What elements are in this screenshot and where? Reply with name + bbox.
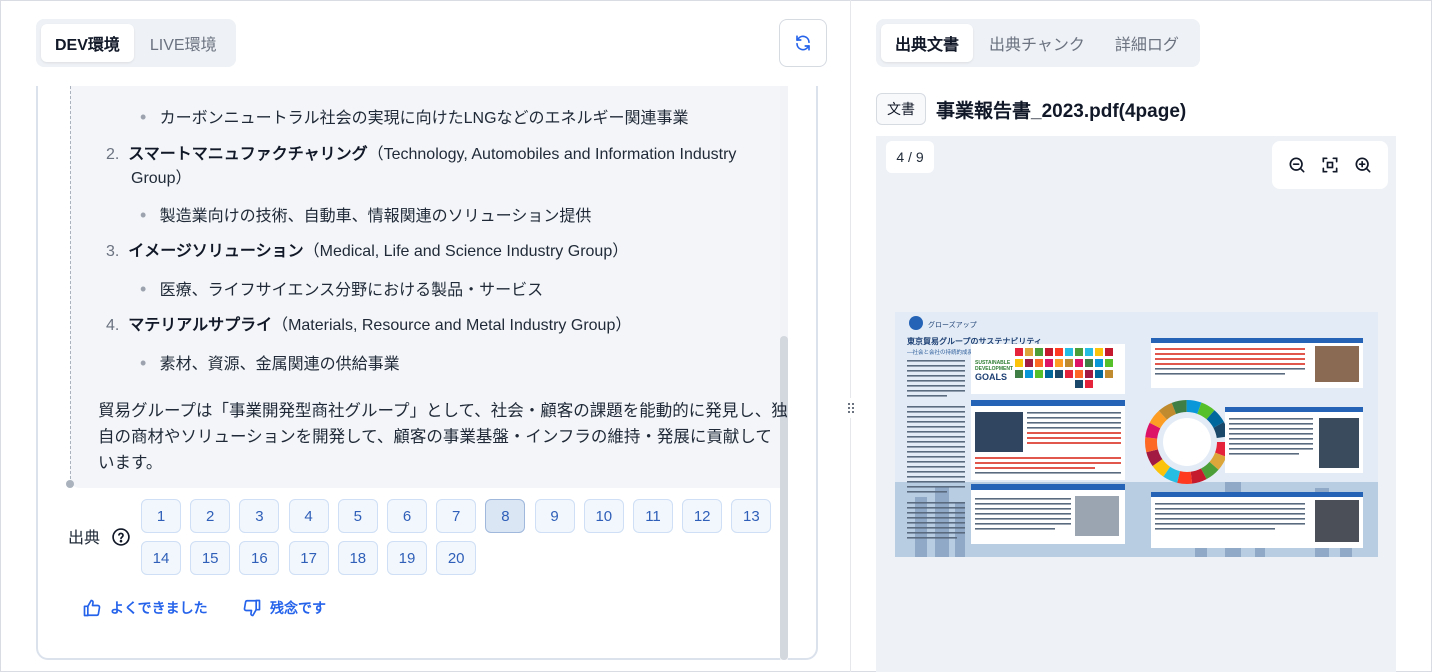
timeline-line bbox=[70, 86, 71, 484]
pdf-page-image: グローズアップ 東京貿易グループのサステナビリティ ―社会と会社の持続的成長へ―… bbox=[895, 312, 1378, 557]
tab-dev-env[interactable]: DEV環境 bbox=[41, 24, 134, 62]
source-button-1[interactable]: 1 bbox=[141, 499, 181, 533]
environment-tabs: DEV環境 LIVE環境 bbox=[36, 19, 236, 67]
source-button-3[interactable]: 3 bbox=[239, 499, 280, 533]
summary-line: います。 bbox=[98, 454, 163, 472]
source-button-5[interactable]: 5 bbox=[337, 499, 378, 533]
refresh-button[interactable] bbox=[779, 19, 827, 67]
scrollbar-thumb[interactable] bbox=[780, 336, 788, 660]
summary-line: 自の商材やソリューションを開発して、顧客の事業基盤・インフラの維持・発展に貢献し… bbox=[98, 428, 772, 446]
document-badge: 文書 bbox=[876, 93, 926, 125]
bullet-icon: • bbox=[140, 353, 147, 373]
sources-label: 出典 bbox=[68, 530, 101, 547]
source-button-15[interactable]: 15 bbox=[190, 541, 231, 575]
list-item: • カーボンニュートラル社会の実現に向けたLNGなどのエネルギー関連事業 bbox=[140, 105, 689, 131]
refresh-icon bbox=[796, 35, 810, 51]
source-button-18[interactable]: 18 bbox=[337, 541, 378, 575]
sdgs-line3: GOALS bbox=[975, 372, 1007, 382]
list-item: 4. マテリアルサプライ（Materials, Resource and Met… bbox=[106, 314, 631, 338]
list-item: 3. イメージソリューション（Medical, Life and Science… bbox=[106, 240, 628, 264]
source-panel-tabs: 出典文書 出典チャンク 詳細ログ bbox=[876, 19, 1200, 67]
source-button-13[interactable]: 13 bbox=[731, 499, 772, 533]
thumbs-up-icon bbox=[83, 599, 101, 617]
help-icon[interactable] bbox=[111, 527, 131, 547]
bullet-text: 素材、資源、金属関連の供給事業 bbox=[159, 356, 400, 373]
fit-screen-icon bbox=[1322, 157, 1338, 173]
source-button-10[interactable]: 10 bbox=[583, 499, 624, 533]
tab-source-chunk[interactable]: 出典チャンク bbox=[975, 24, 1099, 62]
timeline-dot bbox=[66, 480, 74, 488]
list-number: 2. bbox=[106, 146, 120, 163]
list-item: • 素材、資源、金属関連の供給事業 bbox=[140, 351, 400, 377]
source-button-9[interactable]: 9 bbox=[534, 499, 575, 533]
fit-page-button[interactable] bbox=[1318, 153, 1342, 177]
source-button-6[interactable]: 6 bbox=[387, 499, 427, 533]
list-title: スマートマニュファクチャリング bbox=[128, 146, 368, 163]
list-number: 4. bbox=[106, 317, 120, 334]
zoom-out-button[interactable] bbox=[1285, 153, 1309, 177]
list-title: イメージソリューション bbox=[128, 243, 304, 260]
source-button-19[interactable]: 19 bbox=[387, 541, 427, 575]
bullet-text: 製造業向けの技術、自動車、情報関連のソリューション提供 bbox=[159, 208, 592, 225]
pdf-page-render: グローズアップ 東京貿易グループのサステナビリティ ―社会と会社の持続的成長へ―… bbox=[895, 312, 1378, 557]
bullet-icon: • bbox=[140, 279, 147, 299]
bullet-icon: • bbox=[140, 107, 147, 127]
list-item: 2. スマートマニュファクチャリング（Technology, Automobil… bbox=[106, 143, 736, 167]
bullet-text: カーボンニュートラル社会の実現に向けたLNGなどのエネルギー関連事業 bbox=[159, 110, 689, 127]
list-en: （Materials, Resource and Metal Industry … bbox=[272, 317, 632, 334]
tab-source-document[interactable]: 出典文書 bbox=[881, 24, 974, 62]
page-indicator: 4 / 9 bbox=[886, 141, 934, 173]
zoom-in-icon bbox=[1355, 157, 1371, 173]
summary-line: 貿易グループは「事業開発型商社グループ」として、社会・顧客の課題を能動的に発見し… bbox=[98, 402, 788, 420]
list-item: • 製造業向けの技術、自動車、情報関連のソリューション提供 bbox=[140, 203, 591, 229]
list-item-cont: Group） bbox=[131, 170, 192, 187]
source-button-14[interactable]: 14 bbox=[141, 541, 181, 575]
zoom-out-icon bbox=[1289, 157, 1305, 173]
resize-handle[interactable] bbox=[845, 398, 856, 418]
source-button-17[interactable]: 17 bbox=[288, 541, 329, 575]
list-item: • 医療、ライフサイエンス分野における製品・サービス bbox=[140, 277, 543, 303]
source-button-16[interactable]: 16 bbox=[239, 541, 280, 575]
zoom-in-button[interactable] bbox=[1351, 153, 1375, 177]
good-feedback-button[interactable]: よくできました bbox=[82, 598, 208, 618]
source-button-20[interactable]: 20 bbox=[436, 541, 477, 575]
list-en: （Medical, Life and Science Industry Grou… bbox=[303, 243, 629, 260]
list-title: マテリアルサプライ bbox=[128, 317, 273, 334]
good-feedback-label: よくできました bbox=[110, 600, 208, 616]
list-number: 3. bbox=[106, 243, 120, 260]
source-button-12[interactable]: 12 bbox=[682, 499, 723, 533]
source-button-7[interactable]: 7 bbox=[436, 499, 477, 533]
list-en: （Technology, Automobiles and Information… bbox=[367, 146, 737, 163]
document-title: 事業報告書_2023.pdf(4page) bbox=[936, 101, 1187, 122]
zoom-controls bbox=[1272, 141, 1388, 189]
thumbs-down-icon bbox=[243, 599, 261, 617]
source-button-11[interactable]: 11 bbox=[633, 499, 673, 533]
bullet-icon: • bbox=[140, 205, 147, 225]
pdf-header-text: グローズアップ bbox=[928, 320, 977, 329]
bad-feedback-label: 残念です bbox=[270, 600, 326, 616]
source-button-4[interactable]: 4 bbox=[288, 499, 329, 533]
bullet-text: 医療、ライフサイエンス分野における製品・サービス bbox=[159, 282, 544, 299]
tab-detail-log[interactable]: 詳細ログ bbox=[1101, 24, 1193, 62]
tab-live-env[interactable]: LIVE環境 bbox=[136, 24, 231, 62]
source-button-8[interactable]: 8 bbox=[485, 499, 526, 533]
source-button-2[interactable]: 2 bbox=[190, 499, 231, 533]
bad-feedback-button[interactable]: 残念です bbox=[242, 598, 326, 618]
pane-divider bbox=[850, 0, 851, 672]
